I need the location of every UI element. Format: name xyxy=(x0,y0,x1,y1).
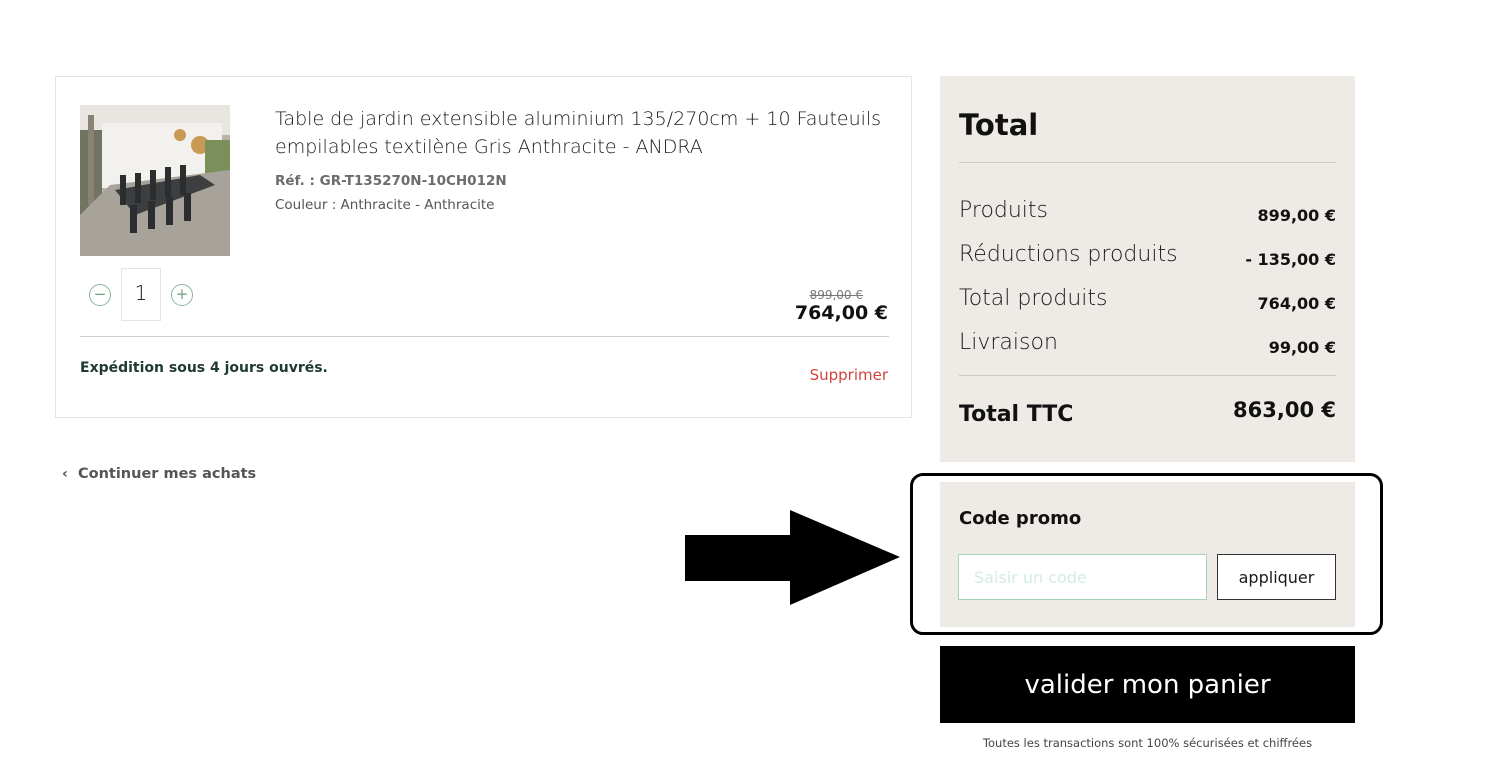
total-value: 863,00 € xyxy=(1233,398,1336,422)
summary-row-label: Produits xyxy=(959,198,1049,223)
summary-row-label: Réductions produits xyxy=(959,242,1178,267)
total-label: Total TTC xyxy=(959,402,1074,427)
summary-row-label: Livraison xyxy=(959,330,1058,355)
continue-shopping-label: Continuer mes achats xyxy=(77,466,257,482)
product-color: Couleur : Anthracite - Anthracite xyxy=(275,197,495,213)
plus-icon: + xyxy=(175,285,189,303)
order-summary: Total Produits 899,00 € Réductions produ… xyxy=(940,76,1355,462)
summary-row-value: 99,00 € xyxy=(1268,338,1336,357)
divider xyxy=(80,336,889,337)
secure-transactions-note: Toutes les transactions sont 100% sécuri… xyxy=(982,736,1313,750)
product-title[interactable]: Table de jardin extensible aluminium 135… xyxy=(275,105,895,161)
minus-icon: − xyxy=(93,285,107,303)
divider xyxy=(959,162,1336,163)
summary-row-discounts: Réductions produits - 135,00 € xyxy=(959,242,1336,272)
promo-highlight-outline xyxy=(910,473,1383,635)
chevron-left-icon: ‹ xyxy=(62,466,68,482)
original-price: 899,00 € xyxy=(809,288,863,302)
summary-row-total-products: Total produits 764,00 € xyxy=(959,286,1336,316)
continue-shopping-link[interactable]: ‹ Continuer mes achats xyxy=(62,466,256,482)
quantity-increase-button[interactable]: + xyxy=(171,284,193,306)
product-reference: Réf. : GR-T135270N-10CH012N xyxy=(275,173,507,189)
summary-row-label: Total produits xyxy=(959,286,1108,311)
summary-row-shipping: Livraison 99,00 € xyxy=(959,330,1336,360)
summary-row-value: 764,00 € xyxy=(1257,294,1336,313)
summary-row-products: Produits 899,00 € xyxy=(959,198,1336,228)
shipping-note: Expédition sous 4 jours ouvrés. xyxy=(80,360,328,376)
quantity-value[interactable]: 1 xyxy=(121,268,161,321)
summary-row-value: - 135,00 € xyxy=(1245,250,1336,269)
delete-item-link[interactable]: Supprimer xyxy=(810,366,888,384)
cart-item-card: Table de jardin extensible aluminium 135… xyxy=(55,76,912,418)
divider xyxy=(959,375,1336,376)
summary-row-value: 899,00 € xyxy=(1257,206,1336,225)
product-image[interactable] xyxy=(80,105,230,256)
summary-title: Total xyxy=(959,108,1039,142)
arrow-right-icon xyxy=(685,510,900,605)
discounted-price: 764,00 € xyxy=(794,302,888,324)
validate-cart-button[interactable]: valider mon panier xyxy=(940,646,1355,723)
quantity-decrease-button[interactable]: − xyxy=(89,284,111,306)
